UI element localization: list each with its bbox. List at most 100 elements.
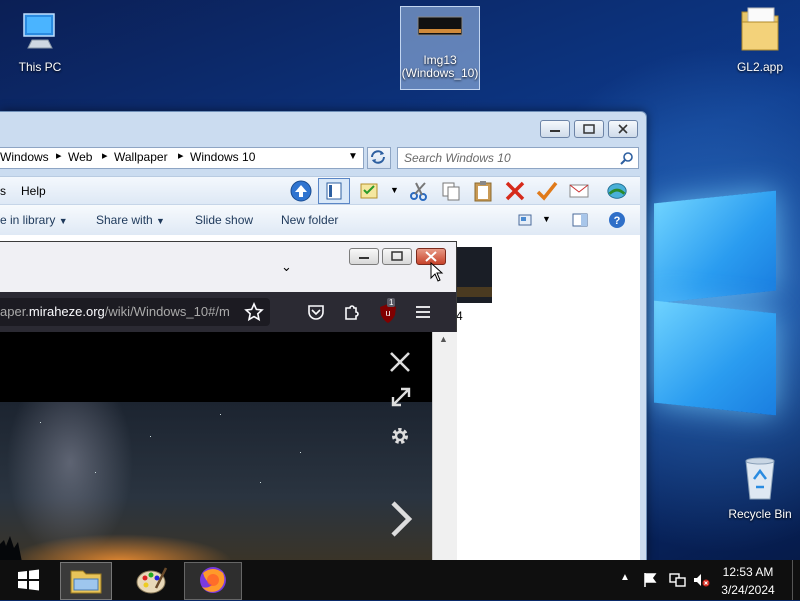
up-arrow-icon[interactable]: [290, 180, 312, 202]
checkmark-icon[interactable]: [536, 180, 558, 202]
tray-overflow-chevron-icon[interactable]: ▲: [620, 572, 630, 583]
clock-time[interactable]: 12:53 AM: [708, 565, 788, 579]
share-with-button[interactable]: Share with ▼: [96, 213, 165, 227]
gear-icon[interactable]: [389, 425, 411, 447]
network-icon[interactable]: [668, 572, 686, 588]
include-in-library-button[interactable]: e in library ▼: [0, 213, 68, 227]
maximize-icon: [391, 251, 403, 261]
desktop-icon-recycle-bin[interactable]: Recycle Bin: [720, 455, 800, 521]
desktop-icon-label: GL2.app: [736, 60, 784, 74]
breadcrumb-wallpaper[interactable]: Wallpaper: [114, 150, 168, 164]
properties-icon[interactable]: [358, 180, 380, 202]
help-icon[interactable]: ?: [608, 211, 626, 229]
breadcrumb-web[interactable]: Web: [68, 150, 92, 164]
firefox-window: ⌄ aper.miraheze.org/wiki/Windows_10#/m u…: [0, 241, 457, 560]
firefox-minimize-button[interactable]: [349, 248, 379, 265]
url-prefix: aper.: [0, 304, 29, 319]
taskbar-firefox-button[interactable]: [184, 562, 242, 600]
search-box[interactable]: Search Windows 10: [397, 147, 639, 169]
desktop-icon-label: Recycle Bin: [728, 507, 792, 521]
refresh-button[interactable]: [367, 147, 391, 169]
desktop-icon-label: Img13 (Windows_10): [401, 53, 479, 80]
action-center-flag-icon[interactable]: [642, 572, 658, 588]
vertical-scrollbar[interactable]: ▲: [432, 332, 457, 560]
breadcrumb-separator-icon[interactable]: ▸: [178, 149, 184, 162]
url-path: /wiki/Windows_10#/m: [104, 304, 230, 319]
delete-icon[interactable]: [504, 180, 526, 202]
copy-icon[interactable]: [440, 180, 462, 202]
minimize-icon: [550, 130, 560, 132]
mail-icon[interactable]: [568, 180, 590, 202]
taskbar-paint-button[interactable]: [126, 562, 176, 598]
svg-text:?: ?: [614, 215, 621, 227]
desktop: This PC Img13 (Windows_10) GL2.app Recyc…: [0, 0, 800, 560]
dropdown-arrow-icon[interactable]: ▼: [390, 185, 399, 195]
paste-icon[interactable]: [472, 180, 494, 202]
slide-show-button[interactable]: Slide show: [195, 213, 253, 227]
ublock-origin-button[interactable]: u 1: [378, 298, 402, 324]
minimize-icon: [359, 257, 369, 259]
desktop-icon-gl2-app[interactable]: GL2.app: [720, 6, 800, 74]
view-toggle-button[interactable]: [318, 178, 350, 204]
breadcrumb-separator-icon[interactable]: ▸: [102, 149, 108, 162]
show-desktop-button[interactable]: [792, 560, 800, 600]
preview-pane-icon[interactable]: [572, 213, 588, 227]
desktop-icon-label: This PC: [18, 60, 62, 74]
close-viewer-icon[interactable]: [388, 350, 412, 374]
menu-bar: s Help ▼: [0, 176, 640, 205]
view-dropdown-icon[interactable]: ▼: [542, 214, 551, 224]
search-icon[interactable]: [620, 151, 634, 165]
explorer-close-button[interactable]: [608, 120, 638, 138]
tab-list-chevron-down-icon[interactable]: ⌄: [281, 259, 292, 275]
explorer-maximize-button[interactable]: [574, 120, 604, 138]
hamburger-menu-icon[interactable]: [414, 304, 432, 320]
new-folder-button[interactable]: New folder: [281, 213, 338, 227]
firefox-toolbar: aper.miraheze.org/wiki/Windows_10#/m u 1: [0, 292, 456, 332]
url-bar[interactable]: aper.miraheze.org/wiki/Windows_10#/m: [0, 298, 270, 326]
breadcrumb-windows-10[interactable]: Windows 10: [190, 150, 255, 164]
breadcrumb-windows[interactable]: Windows: [0, 150, 49, 164]
bookmark-star-icon[interactable]: [244, 302, 264, 322]
address-bar[interactable]: Windows ▸ Web ▸ Wallpaper ▸ Windows 10 ▼: [0, 147, 364, 169]
share-with-label: Share with: [96, 213, 153, 227]
breadcrumb-separator-icon[interactable]: ▸: [56, 149, 62, 162]
fullscreen-icon[interactable]: [390, 386, 412, 408]
firefox-icon: [200, 567, 226, 593]
url-host: miraheze.org: [28, 304, 105, 319]
start-button[interactable]: [8, 562, 48, 598]
maximize-icon: [583, 124, 595, 134]
scroll-up-icon[interactable]: ▲: [439, 334, 448, 344]
clock-date[interactable]: 3/24/2024: [708, 583, 788, 597]
pocket-icon[interactable]: [306, 302, 326, 322]
folder-icon: [741, 7, 779, 51]
desktop-icon-this-pc[interactable]: This PC: [0, 10, 80, 74]
close-icon: [618, 124, 628, 134]
taskbar-file-explorer-button[interactable]: [60, 562, 112, 600]
desktop-icon-img13[interactable]: Img13 (Windows_10): [400, 6, 480, 90]
milky-way-photo: [0, 402, 432, 560]
globe-icon[interactable]: [606, 180, 628, 202]
taskbar: ▲ 12:53 AM 3/24/2024: [0, 560, 800, 600]
dropdown-arrow-icon: ▼: [156, 216, 165, 226]
explorer-minimize-button[interactable]: [540, 120, 570, 138]
addon-badge: 1: [387, 298, 396, 307]
address-dropdown-icon[interactable]: ▼: [348, 151, 358, 162]
panel-icon: [326, 182, 342, 200]
menu-item-help[interactable]: Help: [21, 184, 46, 198]
menu-item-partial[interactable]: s: [0, 184, 6, 198]
search-placeholder: Search Windows 10: [404, 151, 511, 165]
firefox-titlebar: ⌄: [0, 242, 456, 292]
firefox-maximize-button[interactable]: [382, 248, 412, 265]
cut-icon[interactable]: [408, 180, 430, 202]
next-chevron-icon[interactable]: [388, 500, 414, 538]
extensions-puzzle-icon[interactable]: [342, 302, 362, 322]
dropdown-arrow-icon: ▼: [58, 216, 68, 226]
image-thumbnail[interactable]: [456, 247, 492, 303]
paint-palette-icon: [136, 567, 168, 594]
mouse-cursor-icon: [430, 262, 444, 282]
image-file-icon: [417, 16, 463, 36]
windows-logo-wallpaper: [650, 185, 780, 420]
view-options-icon[interactable]: [518, 214, 532, 226]
computer-icon: [23, 13, 55, 49]
include-in-library-label: e in library: [0, 213, 56, 227]
